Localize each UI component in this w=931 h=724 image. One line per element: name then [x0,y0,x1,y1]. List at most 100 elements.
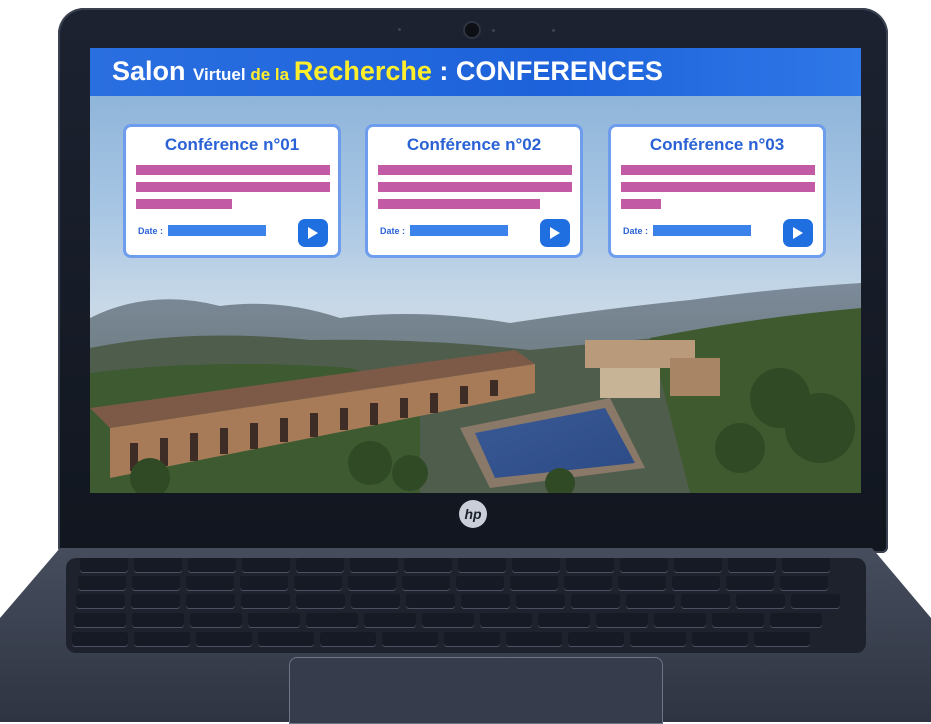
keyboard-key[interactable] [780,576,828,590]
keyboard-key[interactable] [382,632,438,646]
keyboard-key[interactable] [422,613,474,627]
keyboard-key[interactable] [242,558,290,572]
play-icon [793,227,803,239]
keyboard-key[interactable] [78,576,126,590]
sensor-dot [398,28,401,31]
play-button[interactable] [298,219,328,247]
keyboard-key[interactable] [190,613,242,627]
keyboard-key[interactable] [258,632,314,646]
keyboard-key[interactable] [620,558,668,572]
page-title: Salon Virtuel de la Recherche : CONFEREN… [90,48,861,96]
title-placeholder-bar [136,199,232,209]
keyboard-key[interactable] [134,558,182,572]
keyboard-key[interactable] [510,576,558,590]
title-placeholder-bar [621,199,661,209]
keyboard-key[interactable] [692,632,748,646]
keyboard-key[interactable] [564,576,612,590]
keyboard-key[interactable] [512,558,560,572]
keyboard-key[interactable] [672,576,720,590]
keyboard-key[interactable] [188,558,236,572]
play-button[interactable] [540,219,570,247]
keyboard-key[interactable] [571,594,620,608]
title-placeholder-bar [136,165,330,175]
keyboard-key[interactable] [76,594,125,608]
keyboard-key[interactable] [566,558,614,572]
date-placeholder-bar [410,225,508,236]
date-label: Date : [380,226,406,236]
conference-card-01[interactable]: Conférence n°01 Date : [123,124,341,258]
keyboard-key[interactable] [186,576,234,590]
keyboard-key[interactable] [74,613,126,627]
keyboard-key[interactable] [406,594,455,608]
keyboard-key[interactable] [461,594,510,608]
keyboard-key[interactable] [568,632,624,646]
keyboard-key[interactable] [458,558,506,572]
keyboard-key[interactable] [131,594,180,608]
conference-card-02[interactable]: Conférence n°02 Date : [365,124,583,258]
sensor-dot [552,29,555,32]
date-label: Date : [138,226,164,236]
title-placeholder-bar [621,182,815,192]
keyboard-key[interactable] [72,632,128,646]
keyboard-key[interactable] [506,632,562,646]
page-title-text: Salon Virtuel de la Recherche : CONFEREN… [112,56,663,87]
trackpad[interactable] [289,657,663,724]
keyboard-key[interactable] [296,558,344,572]
keyboard-key[interactable] [754,632,810,646]
keyboard-key[interactable] [132,613,184,627]
keyboard-key[interactable] [404,558,452,572]
conference-card-03[interactable]: Conférence n°03 Date : [608,124,826,258]
keyboard-key[interactable] [516,594,565,608]
keyboard-key[interactable] [241,594,290,608]
keyboard-key[interactable] [132,576,180,590]
conference-title: Conférence n°02 [406,135,542,154]
keyboard-key[interactable] [320,632,376,646]
keyboard-key[interactable] [538,613,590,627]
keyboard-key[interactable] [630,632,686,646]
keyboard-key[interactable] [791,594,840,608]
keyboard-key[interactable] [186,594,235,608]
play-icon [550,227,560,239]
keyboard-key[interactable] [196,632,252,646]
keyboard-key[interactable] [80,558,128,572]
play-icon [308,227,318,239]
keyboard-key[interactable] [350,558,398,572]
keyboard-key[interactable] [712,613,764,627]
keyboard-key[interactable] [681,594,730,608]
keyboard-key[interactable] [626,594,675,608]
campus-photo [90,283,861,493]
keyboard-key[interactable] [674,558,722,572]
keyboard-key[interactable] [296,594,345,608]
title-segment: : CONFERENCES [431,56,663,86]
keyboard-key[interactable] [240,576,288,590]
keyboard-key[interactable] [480,613,532,627]
keyboard-key[interactable] [134,632,190,646]
keyboard-key[interactable] [596,613,648,627]
keyboard-key[interactable] [782,558,830,572]
keyboard-key[interactable] [348,576,396,590]
title-placeholder-bar [378,182,572,192]
keyboard-key[interactable] [770,613,822,627]
keyboard-key[interactable] [351,594,400,608]
laptop-screen: Salon Virtuel de la Recherche : CONFEREN… [90,48,861,493]
keyboard-key[interactable] [736,594,785,608]
sensor-dot [492,29,495,32]
keyboard-key[interactable] [726,576,774,590]
keyboard-key[interactable] [402,576,450,590]
webcam-icon [465,23,479,37]
title-segment: Salon [112,56,194,86]
keyboard-key[interactable] [248,613,300,627]
keyboard-key[interactable] [654,613,706,627]
keyboard-key[interactable] [306,613,358,627]
keyboard-key[interactable] [728,558,776,572]
keyboard-key[interactable] [456,576,504,590]
keyboard-key[interactable] [618,576,666,590]
keyboard-key[interactable] [444,632,500,646]
keyboard-key[interactable] [364,613,416,627]
title-segment: Virtuel [193,65,251,84]
title-placeholder-bar [621,165,815,175]
hp-logo-icon: hp [459,500,487,528]
date-placeholder-bar [168,225,266,236]
keyboard-key[interactable] [294,576,342,590]
play-button[interactable] [783,219,813,247]
